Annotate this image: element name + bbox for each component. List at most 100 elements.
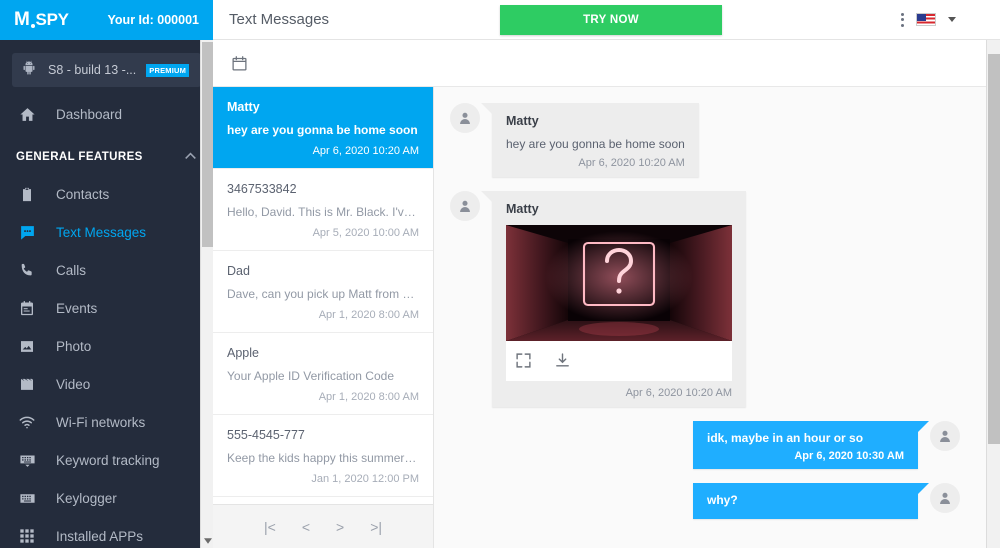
sidebar-item-calls[interactable]: Calls (0, 251, 213, 289)
chat-sender: Matty (506, 202, 539, 216)
chat-date: Apr 6, 2020 10:20 AM (625, 387, 732, 399)
message-list-item[interactable]: 555-4545-777 Keep the kids happy this su… (213, 415, 433, 497)
person-avatar-icon (450, 191, 480, 221)
sidebar-item-label: Video (56, 376, 91, 392)
message-date: Jan 1, 2020 12:00 PM (311, 473, 419, 485)
premium-badge: PREMIUM (146, 63, 190, 77)
filter-toolbar (213, 40, 1000, 87)
message-list-item[interactable]: Dad Dave, can you pick up Matt from scho… (213, 251, 433, 333)
message-sender: Apple (227, 346, 259, 360)
pagination-next-button[interactable]: > (336, 519, 344, 535)
home-icon (16, 106, 38, 123)
main-area: Text Messages TRY NOW Matty hey are you … (213, 0, 1000, 548)
person-avatar-icon (930, 483, 960, 513)
message-preview: Dave, can you pick up Matt from schoo... (227, 287, 419, 301)
pagination-last-button[interactable]: >| (370, 519, 382, 535)
message-list-item[interactable]: 3467533842 Hello, David. This is Mr. Bla… (213, 169, 433, 251)
message-list-item[interactable]: Apple Your Apple ID Verification Code Ap… (213, 333, 433, 415)
expand-icon[interactable] (515, 352, 532, 369)
message-preview: hey are you gonna be home soon (227, 123, 418, 137)
sidebar-item-photo[interactable]: Photo (0, 327, 213, 365)
sidebar-item-text-messages[interactable]: Text Messages (0, 213, 213, 251)
chat-message-row: why? (450, 483, 960, 519)
us-flag-icon[interactable] (916, 13, 936, 26)
chat-text: idk, maybe in an hour or so (707, 431, 864, 445)
sidebar-item-wifi-networks[interactable]: Wi-Fi networks (0, 403, 213, 441)
chat-panel: Matty hey are you gonna be home soon Apr… (434, 87, 1000, 548)
chat-sender: Matty (506, 114, 539, 128)
sidebar-item-label: Events (56, 300, 98, 316)
sidebar-item-keyword-tracking[interactable]: Keyword tracking (0, 441, 213, 479)
brand-header: M SPY Your Id: 000001 (0, 0, 213, 40)
chat-bubble-incoming: Matty hey are you gonna be home soon Apr… (481, 103, 699, 177)
keyboard-icon (16, 452, 38, 469)
message-list: Matty hey are you gonna be home soon Apr… (213, 87, 433, 504)
photo-icon (16, 338, 38, 355)
message-date: Apr 1, 2020 8:00 AM (318, 309, 419, 321)
attachment-image[interactable] (506, 225, 732, 341)
sidebar-scrollbar[interactable] (200, 40, 213, 548)
logo-dot-icon (30, 24, 35, 28)
chat-date: Apr 6, 2020 10:20 AM (578, 157, 685, 169)
chevron-down-icon[interactable] (948, 17, 956, 22)
pagination-first-button[interactable]: |< (264, 519, 276, 535)
pagination-prev-button[interactable]: < (302, 519, 310, 535)
device-selector[interactable]: S8 - build 13 -... PREMIUM (12, 53, 201, 87)
sidebar-item-label: Contacts (56, 186, 110, 202)
sidebar: M SPY Your Id: 000001 S8 - build 13 -...… (0, 0, 213, 548)
calendar-icon[interactable] (231, 55, 248, 72)
video-icon (16, 376, 38, 393)
person-avatar-icon (930, 421, 960, 451)
device-name-label: S8 - build 13 -... (48, 63, 137, 77)
wifi-icon (16, 414, 38, 431)
chat-bubble-outgoing: idk, maybe in an hour or so Apr 6, 2020 … (693, 421, 929, 469)
chat-bubble-incoming-attachment: Matty Apr 6, 2020 10:20 AM (481, 191, 746, 407)
logo-spy-text: SPY (35, 10, 69, 29)
sidebar-item-label: Installed APPs (56, 528, 144, 544)
sidebar-item-dashboard[interactable]: Dashboard (0, 95, 213, 133)
sidebar-item-contacts[interactable]: Contacts (0, 175, 213, 213)
chat-message-row: Matty Apr 6, 2020 10:20 AM (450, 191, 960, 407)
message-preview: Hello, David. This is Mr. Black. I've no… (227, 205, 419, 219)
page-scrollbar-thumb[interactable] (988, 54, 1000, 444)
sidebar-item-label: Text Messages (56, 224, 147, 240)
attachment-container (506, 225, 732, 381)
mspy-logo[interactable]: M SPY (14, 10, 69, 30)
message-date: Apr 6, 2020 10:20 AM (312, 145, 419, 157)
message-sender: Matty (227, 100, 260, 114)
message-list-item[interactable]: Matty hey are you gonna be home soon Apr… (213, 87, 433, 169)
chat-text: hey are you gonna be home soon (506, 137, 685, 151)
sidebar-scroll-down-arrow[interactable] (201, 534, 213, 548)
sidebar-scrollbar-thumb[interactable] (202, 42, 213, 247)
sidebar-section-label: GENERAL FEATURES (16, 151, 143, 163)
chat-message-row: Matty hey are you gonna be home soon Apr… (450, 103, 960, 177)
kebab-menu-icon[interactable] (901, 12, 904, 27)
message-date: Apr 5, 2020 10:00 AM (312, 227, 419, 239)
sidebar-item-label: Photo (56, 338, 92, 354)
sidebar-item-keylogger[interactable]: Keylogger (0, 479, 213, 517)
sidebar-item-label: Keyword tracking (56, 452, 160, 468)
top-bar: Text Messages TRY NOW (213, 0, 1000, 40)
page-scrollbar[interactable] (986, 40, 1000, 548)
message-date: Apr 1, 2020 8:00 AM (318, 391, 419, 403)
sidebar-item-label: Calls (56, 262, 87, 278)
download-icon[interactable] (554, 352, 571, 369)
page-title: Text Messages (229, 11, 330, 28)
chat-bubble-outgoing: why? (693, 483, 929, 519)
message-preview: Keep the kids happy this summer with ... (227, 451, 419, 465)
user-id-label: Your Id: 000001 (107, 13, 199, 27)
apps-grid-icon (16, 528, 38, 544)
person-avatar-icon (450, 103, 480, 133)
sidebar-item-installed-apps[interactable]: Installed APPs (0, 517, 213, 548)
chat-message-row: idk, maybe in an hour or so Apr 6, 2020 … (450, 421, 960, 469)
chat-text: why? (707, 493, 738, 507)
message-sender: 3467533842 (227, 182, 297, 196)
sidebar-item-video[interactable]: Video (0, 365, 213, 403)
try-now-button[interactable]: TRY NOW (500, 5, 722, 35)
chat-date: Apr 6, 2020 10:30 AM (794, 450, 904, 462)
sidebar-item-events[interactable]: Events (0, 289, 213, 327)
sidebar-item-label: Wi-Fi networks (56, 414, 146, 430)
pagination-controls: |< < > >| (213, 504, 433, 548)
sidebar-section-general-features[interactable]: GENERAL FEATURES (0, 139, 213, 175)
message-list-panel: Matty hey are you gonna be home soon Apr… (213, 87, 434, 548)
